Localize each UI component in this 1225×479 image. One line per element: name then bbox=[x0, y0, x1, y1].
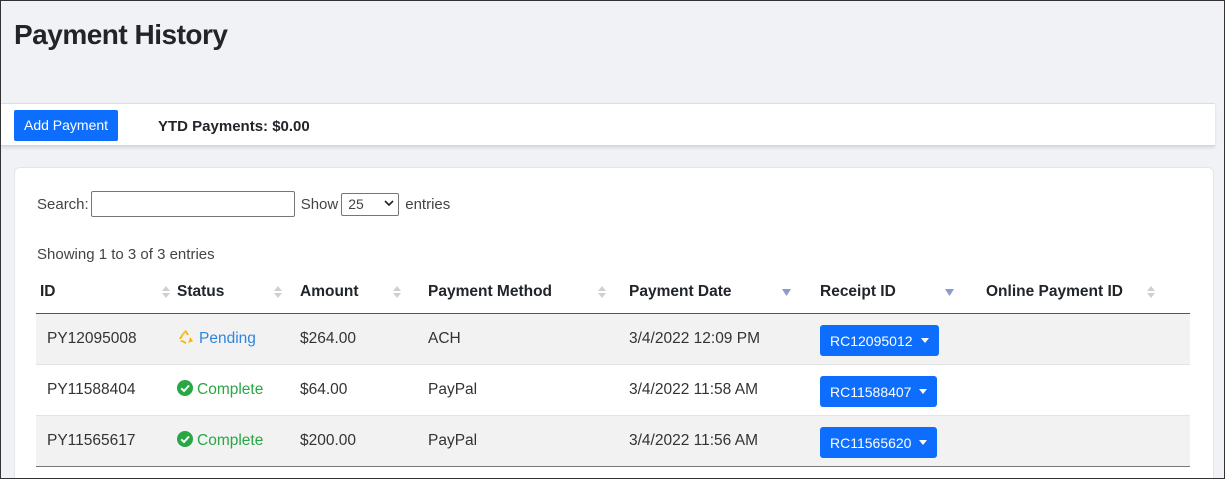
status-badge: Pending bbox=[177, 329, 256, 350]
sort-desc-icon bbox=[782, 288, 791, 299]
amount-cell: $64.00 bbox=[300, 381, 348, 398]
receipt-cell: RC11588407 bbox=[820, 365, 986, 416]
payment-method-cell: PayPal bbox=[428, 381, 478, 398]
check-circle-icon bbox=[177, 430, 193, 452]
column-header-amount[interactable]: Amount bbox=[300, 271, 428, 314]
sort-desc-icon bbox=[945, 288, 954, 299]
sort-icon bbox=[1147, 285, 1155, 302]
column-header-label: Payment Method bbox=[428, 283, 553, 300]
column-header-status[interactable]: Status bbox=[177, 271, 300, 314]
status-label: Complete bbox=[197, 432, 264, 449]
receipt-dropdown-button[interactable]: RC12095012 bbox=[820, 325, 939, 356]
toolbar: Add Payment YTD Payments: $0.00 bbox=[1, 103, 1215, 146]
receipt-cell: RC12095012 bbox=[820, 314, 986, 365]
payment-date-cell: 3/4/2022 12:09 PM bbox=[629, 330, 760, 347]
receipt-id-label: RC12095012 bbox=[830, 332, 913, 349]
status-cell: Complete bbox=[177, 416, 300, 467]
chevron-down-icon bbox=[384, 199, 394, 210]
page-title: Payment History bbox=[14, 19, 228, 50]
column-header-receipt-id[interactable]: Receipt ID bbox=[820, 271, 986, 314]
payment-method-cell: PayPal bbox=[428, 432, 478, 449]
receipt-id-label: RC11588407 bbox=[830, 383, 912, 400]
payment-date-cell: 3/4/2022 11:56 AM bbox=[629, 432, 758, 449]
payment-date-cell: 3/4/2022 11:58 AM bbox=[629, 381, 758, 398]
table-body: PY12095008 Pending $264.00 ACH 3/4/2022 12:0… bbox=[36, 313, 1190, 467]
caret-down-icon bbox=[919, 440, 928, 445]
amount-cell: $200.00 bbox=[300, 432, 357, 449]
receipt-cell: RC11565620 bbox=[820, 416, 986, 467]
status-badge: Complete bbox=[177, 430, 264, 452]
add-payment-button[interactable]: Add Payment bbox=[14, 110, 119, 141]
payment-method-cell: ACH bbox=[428, 330, 461, 347]
status-label: Complete bbox=[197, 381, 264, 398]
entries-select-value: 25 bbox=[348, 196, 364, 212]
payments-card: Search: Show 25 entries Showing 1 to 3 o… bbox=[14, 167, 1214, 478]
page-header: Payment History bbox=[1, 1, 1216, 103]
table-header-row: ID Status Amount Payment Method Payment Date… bbox=[36, 271, 1190, 314]
column-header-payment-date[interactable]: Payment Date bbox=[629, 271, 820, 314]
column-header-payment-method[interactable]: Payment Method bbox=[428, 271, 629, 314]
table-row: PY12095008 Pending $264.00 ACH 3/4/2022 12:0… bbox=[36, 313, 1190, 365]
ytd-payments-label: YTD Payments: $0.00 bbox=[158, 118, 310, 135]
receipt-id-label: RC11565620 bbox=[830, 434, 912, 451]
column-header-label: Status bbox=[177, 283, 225, 300]
status-cell: Complete bbox=[177, 365, 300, 416]
amount-cell: $264.00 bbox=[300, 330, 357, 347]
sort-icon bbox=[274, 285, 282, 302]
payments-table: ID Status Amount Payment Method Payment Date… bbox=[36, 271, 1190, 467]
check-circle-icon bbox=[177, 379, 193, 401]
search-label: Search: bbox=[37, 195, 89, 213]
payment-id-cell: PY11565617 bbox=[47, 432, 136, 449]
payment-id-cell: PY11588404 bbox=[47, 381, 136, 398]
online-payment-id-cell bbox=[986, 416, 1190, 467]
caret-down-icon bbox=[920, 338, 929, 343]
recycle-icon bbox=[177, 329, 195, 350]
column-header-label: Amount bbox=[300, 283, 359, 300]
table-row: PY11565617 Complete $200.00 PayPal 3/4/2022 … bbox=[36, 415, 1190, 467]
column-header-id[interactable]: ID bbox=[36, 271, 177, 314]
online-payment-id-cell bbox=[986, 365, 1190, 416]
sort-icon bbox=[393, 285, 401, 302]
table-controls: Search: Show 25 entries bbox=[37, 190, 450, 218]
sort-icon bbox=[162, 285, 170, 302]
column-header-label: Online Payment ID bbox=[986, 283, 1123, 300]
payment-id-cell: PY12095008 bbox=[47, 330, 137, 347]
entries-select[interactable]: 25 bbox=[341, 192, 400, 216]
status-badge: Complete bbox=[177, 379, 264, 401]
table-row: PY11588404 Complete $64.00 PayPal 3/4/2022 1… bbox=[36, 365, 1190, 416]
receipt-dropdown-button[interactable]: RC11588407 bbox=[820, 376, 938, 407]
column-header-label: Receipt ID bbox=[820, 283, 896, 300]
entries-label: entries bbox=[405, 195, 451, 213]
app-frame: Payment History Add Payment YTD Payments… bbox=[0, 0, 1225, 479]
column-header-online-payment-id[interactable]: Online Payment ID bbox=[986, 271, 1190, 314]
status-cell: Pending bbox=[177, 314, 300, 365]
caret-down-icon bbox=[919, 389, 928, 394]
status-label: Pending bbox=[199, 330, 256, 347]
online-payment-id-cell bbox=[986, 314, 1190, 365]
column-header-label: ID bbox=[40, 283, 56, 300]
column-header-label: Payment Date bbox=[629, 283, 732, 300]
search-input[interactable] bbox=[90, 191, 295, 217]
table-info: Showing 1 to 3 of 3 entries bbox=[37, 246, 215, 263]
show-label: Show bbox=[300, 195, 339, 213]
sort-icon bbox=[598, 285, 606, 302]
receipt-dropdown-button[interactable]: RC11565620 bbox=[820, 427, 938, 458]
